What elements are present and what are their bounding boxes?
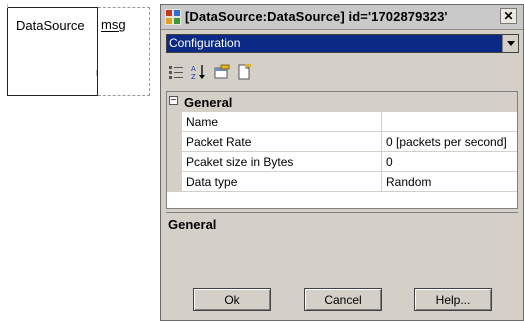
row-gutter — [167, 132, 182, 152]
alphabetical-icon: A Z — [191, 65, 205, 80]
property-pages-icon — [238, 64, 251, 80]
property-value[interactable]: Random — [386, 175, 431, 189]
property-row-packet-size[interactable]: Pcaket size in Bytes 0 — [167, 152, 517, 172]
category-row-general[interactable]: − General — [167, 92, 517, 112]
property-grid: − General Name Packet Rate 0 [packets pe… — [166, 91, 518, 209]
row-gutter — [167, 152, 182, 172]
object-selector-combo[interactable]: Configuration — [166, 34, 519, 53]
categorized-icon — [169, 66, 183, 79]
selection-handle — [7, 4, 8, 8]
column-separator — [381, 132, 382, 152]
datasource-component[interactable]: DataSource — [7, 7, 98, 96]
property-name: Pcaket size in Bytes — [186, 155, 294, 169]
column-separator — [381, 112, 382, 132]
category-label: General — [184, 95, 233, 110]
categorized-button[interactable] — [166, 62, 186, 82]
column-separator — [381, 172, 382, 192]
resize-handle — [96, 70, 97, 76]
combo-dropdown-button[interactable] — [502, 35, 518, 52]
property-name: Data type — [186, 175, 238, 189]
properties-button[interactable] — [212, 62, 232, 82]
property-name: Packet Rate — [186, 135, 252, 149]
row-divider — [182, 191, 517, 192]
property-row-data-type[interactable]: Data type Random — [167, 172, 517, 192]
app-icon — [165, 9, 181, 25]
help-button[interactable]: Help... — [414, 288, 492, 311]
combo-value: Configuration — [169, 36, 241, 50]
close-button[interactable]: ✕ — [500, 8, 517, 24]
dialog-titlebar[interactable]: [DataSource:DataSource] id='1702879323' … — [161, 5, 523, 30]
dialog-title: [DataSource:DataSource] id='1702879323' — [185, 9, 448, 24]
properties-dialog: [DataSource:DataSource] id='1702879323' … — [160, 4, 524, 321]
property-toolbar: A Z — [166, 60, 286, 84]
collapse-icon[interactable]: − — [169, 96, 178, 106]
property-value[interactable]: 0 [packets per second] — [386, 135, 507, 149]
row-gutter — [167, 112, 182, 132]
property-name: Name — [186, 115, 219, 129]
cancel-button[interactable]: Cancel — [304, 288, 382, 311]
description-title: General — [168, 217, 217, 232]
svg-text:A: A — [191, 65, 196, 73]
property-row-name[interactable]: Name — [167, 112, 517, 132]
alphabetical-button[interactable]: A Z — [188, 62, 208, 82]
property-value[interactable]: 0 — [386, 155, 393, 169]
port-label-msg[interactable]: msg — [101, 17, 126, 32]
property-pages-button[interactable] — [234, 62, 254, 82]
properties-icon — [214, 64, 230, 79]
chevron-down-icon — [506, 41, 515, 46]
column-separator — [381, 152, 382, 172]
row-gutter — [167, 172, 182, 192]
description-pane: General — [166, 212, 518, 278]
svg-text:Z: Z — [191, 73, 196, 80]
close-icon: ✕ — [503, 9, 514, 23]
ok-button[interactable]: Ok — [193, 288, 271, 311]
component-label: DataSource — [16, 18, 85, 33]
property-row-packet-rate[interactable]: Packet Rate 0 [packets per second] — [167, 132, 517, 152]
